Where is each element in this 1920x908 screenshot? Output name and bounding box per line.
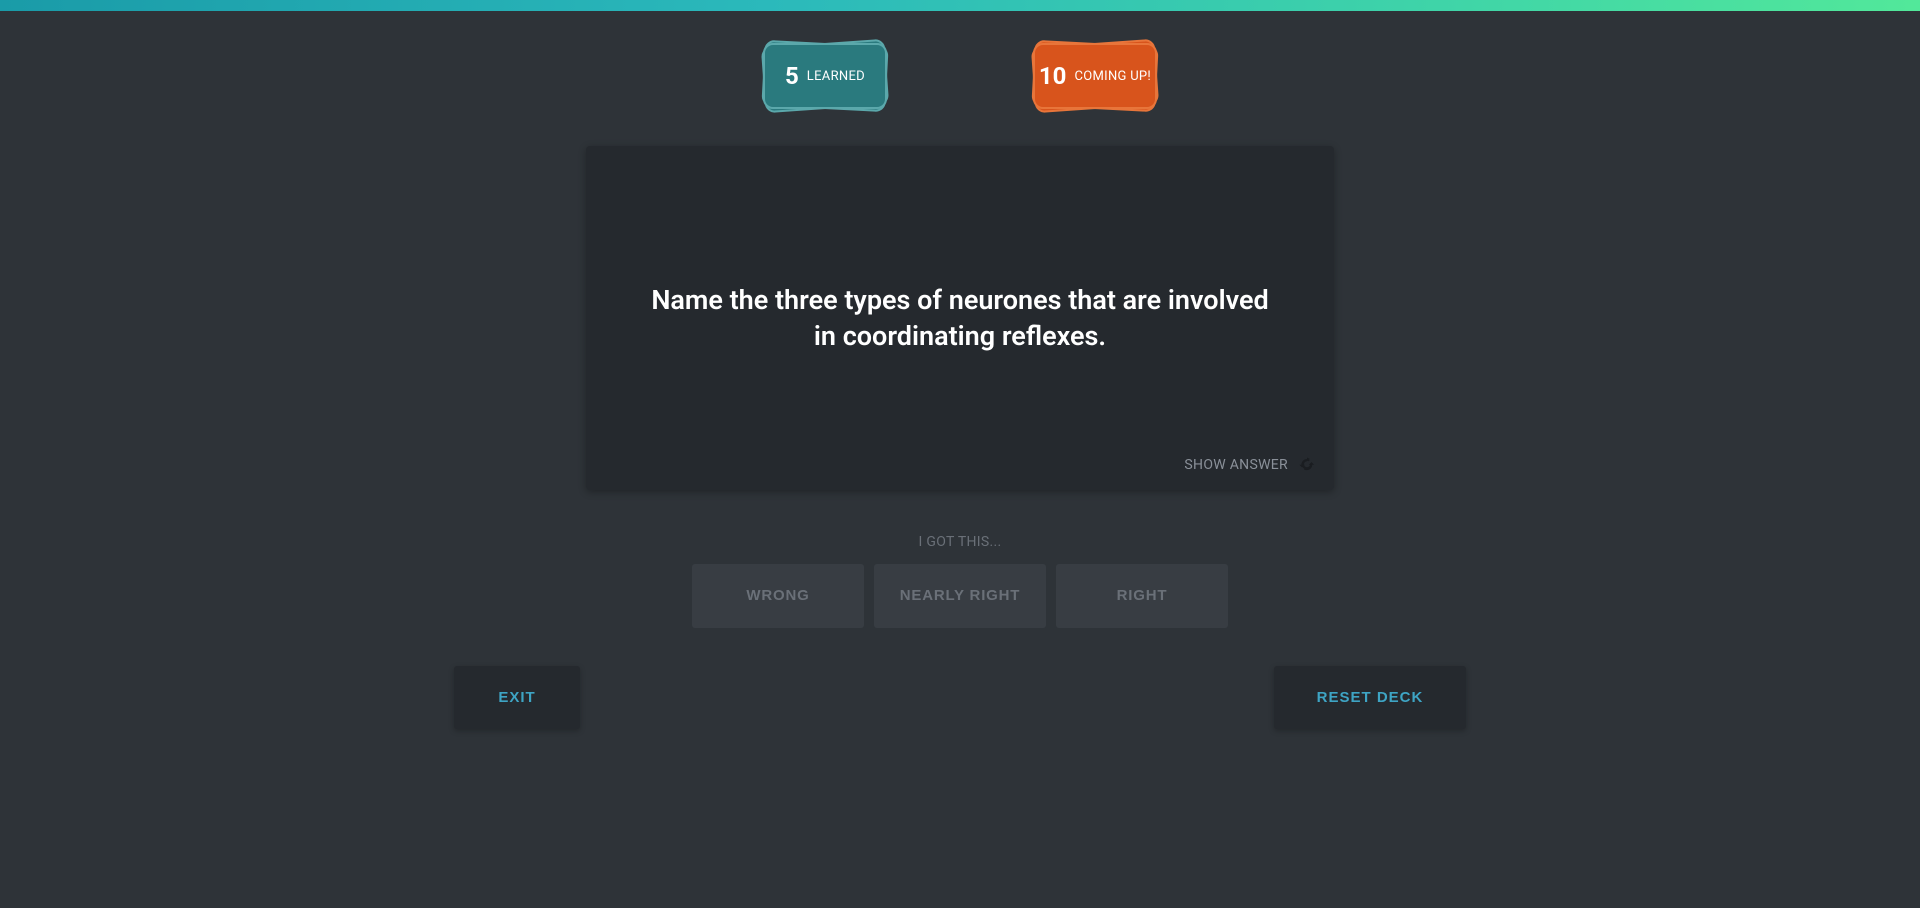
coming-label: COMING UP! — [1074, 69, 1151, 84]
exit-button[interactable]: EXIT — [454, 666, 580, 729]
coming-count: 10 — [1039, 62, 1067, 90]
badge-content: 10 COMING UP! — [1039, 62, 1151, 90]
show-answer-button[interactable]: SHOW ANSWER — [1184, 456, 1316, 474]
learned-count: 5 — [785, 62, 799, 90]
wrong-button[interactable]: WRONG — [692, 564, 864, 628]
show-answer-label: SHOW ANSWER — [1184, 457, 1288, 473]
nearly-right-button[interactable]: NEARLY RIGHT — [874, 564, 1046, 628]
learned-badge[interactable]: 5 LEARNED — [760, 41, 890, 111]
bottom-actions-row: EXIT RESET DECK — [454, 666, 1466, 729]
flashcard[interactable]: Name the three types of neurones that ar… — [586, 146, 1334, 490]
right-button[interactable]: RIGHT — [1056, 564, 1228, 628]
answer-buttons-row: WRONG NEARLY RIGHT RIGHT — [692, 564, 1228, 628]
flip-icon — [1298, 456, 1316, 474]
coming-up-badge[interactable]: 10 COMING UP! — [1030, 41, 1160, 111]
reset-deck-button[interactable]: RESET DECK — [1274, 666, 1466, 729]
main-container: 5 LEARNED 10 COMING UP! Name the three t… — [0, 11, 1920, 729]
learned-label: LEARNED — [807, 69, 865, 84]
badges-row: 5 LEARNED 10 COMING UP! — [760, 41, 1160, 111]
flashcard-question: Name the three types of neurones that ar… — [646, 282, 1274, 355]
top-gradient-bar — [0, 0, 1920, 11]
badge-content: 5 LEARNED — [785, 62, 865, 90]
prompt-text: I GOT THIS... — [919, 534, 1002, 550]
